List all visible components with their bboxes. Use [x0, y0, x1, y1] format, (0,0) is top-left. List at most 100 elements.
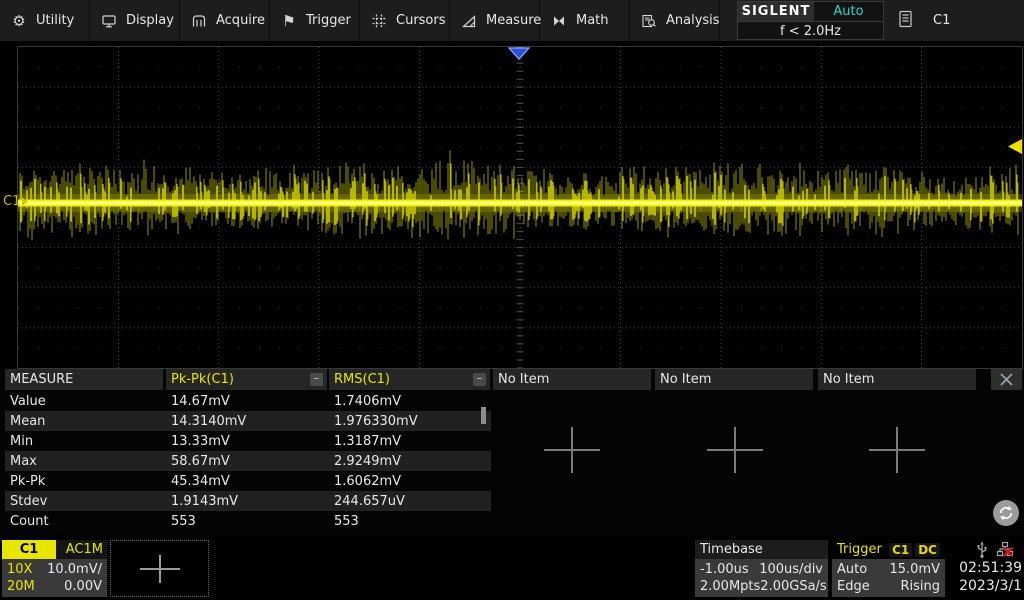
trigger-slope: Rising	[900, 579, 940, 594]
timebase-descriptor[interactable]: Timebase -1.00us 100us/div 2.00Mpts 2.00…	[695, 540, 828, 597]
add-measurement-button[interactable]	[544, 427, 600, 473]
measure-column-label: Pk-Pk(C1)	[171, 372, 234, 387]
trigger-coupling-badge: DC	[915, 543, 940, 557]
measure-empty-slot-3[interactable]: No Item	[818, 369, 976, 390]
menu-item-display[interactable]: Display	[90, 0, 180, 41]
clock-time: 02:51:39	[948, 560, 1022, 576]
siglent-logo: SIGLENT	[738, 2, 814, 21]
trigger-descriptor[interactable]: Trigger C1 DC Auto 15.0mV Edge Rising	[832, 540, 945, 597]
channel-coupling: AC1M	[56, 540, 107, 559]
acquisition-status-badge: Auto	[814, 2, 883, 21]
analysis-icon	[641, 13, 657, 29]
channel-trace-label[interactable]: C1	[3, 194, 29, 209]
table-row: Value 14.67mV 1.7406mV	[5, 391, 491, 411]
row-label: Min	[10, 434, 33, 449]
frequency-counter: f < 2.0Hz	[738, 22, 883, 40]
refresh-icon	[990, 497, 1022, 529]
menu-item-analysis[interactable]: Analysis	[630, 0, 720, 41]
value-cell: 2.9249mV	[334, 454, 401, 469]
trigger-mode: Auto	[837, 562, 867, 577]
gear-icon: ⚙	[11, 13, 27, 29]
close-measure-button[interactable]	[991, 369, 1022, 390]
lan-disconnected-icon	[996, 541, 1014, 559]
menu-item-label: Display	[126, 13, 174, 28]
waveform-display	[17, 46, 1023, 369]
table-row: Max 58.67mV 2.9249mV	[5, 451, 491, 471]
menu-item-utility[interactable]: ⚙ Utility	[0, 0, 90, 41]
measure-column-label: RMS(C1)	[334, 372, 390, 387]
menu-item-label: Measure	[486, 13, 541, 28]
clipboard-icon	[898, 10, 913, 32]
menu-item-acquire[interactable]: Acquire	[180, 0, 270, 41]
measure-title-cell: MEASURE	[5, 369, 163, 390]
channel-badge[interactable]: C1	[2, 540, 56, 559]
trigger-source-badge: C1	[889, 543, 912, 557]
value-cell: 553	[171, 514, 196, 529]
timebase-scale: 100us/div	[759, 562, 823, 577]
status-area: 02:51:39 2023/3/1	[948, 538, 1024, 600]
measure-panel: MEASURE Pk-Pk(C1) – RMS(C1) – No Item No…	[0, 369, 1024, 535]
value-cell: 14.3140mV	[171, 414, 246, 429]
menu-item-label: Trigger	[306, 13, 351, 28]
row-label: Pk-Pk	[10, 474, 45, 489]
measure-column-header-2[interactable]: RMS(C1) –	[329, 369, 490, 390]
vertical-offset: 0.00V	[64, 579, 102, 594]
measure-empty-slot-1[interactable]: No Item	[493, 369, 651, 390]
vertical-scale: 10.0mV/	[47, 562, 102, 577]
remove-measurement-icon[interactable]: –	[310, 373, 323, 386]
acquire-icon	[191, 13, 207, 29]
add-measurement-button[interactable]	[869, 427, 925, 473]
value-cell: 45.34mV	[171, 474, 230, 489]
row-label: Value	[10, 394, 46, 409]
channel-descriptor[interactable]: C1 AC1M 10X 10.0mV/ 20M 0.00V	[2, 540, 107, 597]
bandwidth-limit: 20M	[7, 579, 35, 594]
trigger-type: Edge	[837, 579, 870, 594]
table-row: Mean 14.3140mV 1.976330mV	[5, 411, 491, 431]
value-cell: 13.33mV	[171, 434, 230, 449]
menu-item-label: Math	[576, 13, 609, 28]
menu-item-math[interactable]: Math	[540, 0, 630, 41]
bowtie-icon	[551, 13, 567, 29]
value-cell: 14.67mV	[171, 394, 230, 409]
measure-column-header-1[interactable]: Pk-Pk(C1) –	[166, 369, 327, 390]
reset-statistics-button[interactable]	[990, 497, 1022, 529]
trigger-level-marker[interactable]	[1006, 138, 1023, 159]
memory-depth: 2.00Mpts	[700, 579, 760, 594]
trigger-title: Trigger	[837, 542, 882, 557]
add-measurement-button[interactable]	[707, 427, 763, 473]
brand-widget: SIGLENT Auto f < 2.0Hz	[737, 1, 884, 40]
menu-item-cursors[interactable]: Cursors	[360, 0, 450, 41]
row-label: Stdev	[10, 494, 47, 509]
measure-title: MEASURE	[10, 372, 73, 387]
channel-list-label: C1	[933, 13, 950, 28]
table-row: Count 553 553	[5, 511, 491, 531]
cursors-icon	[371, 13, 387, 29]
value-cell: 1.6062mV	[334, 474, 401, 489]
plus-icon	[140, 555, 180, 583]
empty-slot-label: No Item	[498, 372, 549, 387]
menu-item-label: Cursors	[396, 13, 446, 28]
plus-icon	[734, 427, 736, 473]
plus-icon	[896, 427, 898, 473]
table-scroll-handle[interactable]	[481, 407, 486, 424]
trigger-level: 15.0mV	[889, 562, 940, 577]
probe-attenuation: 10X	[7, 562, 32, 577]
menu-item-label: Acquire	[216, 13, 265, 28]
trace-arrow-icon	[21, 197, 29, 206]
add-channel-button[interactable]	[110, 540, 209, 597]
menu-item-trigger[interactable]: ⚑ Trigger	[270, 0, 360, 41]
menu-item-label: Utility	[36, 13, 74, 28]
channel-list-widget[interactable]: C1	[893, 0, 950, 41]
measure-empty-slot-2[interactable]: No Item	[655, 369, 813, 390]
value-cell: 553	[334, 514, 359, 529]
value-cell: 1.3187mV	[334, 434, 401, 449]
timebase-title: Timebase	[700, 542, 763, 557]
bottom-bar: C1 AC1M 10X 10.0mV/ 20M 0.00V Timebase	[0, 538, 1024, 600]
menu-item-measure[interactable]: Measure	[450, 0, 540, 41]
table-row: Min 13.33mV 1.3187mV	[5, 431, 491, 451]
trigger-position-marker[interactable]	[508, 47, 530, 64]
empty-slot-label: No Item	[660, 372, 711, 387]
disconnected-x-icon	[1002, 546, 1014, 558]
remove-measurement-icon[interactable]: –	[473, 373, 486, 386]
row-label: Max	[10, 454, 37, 469]
